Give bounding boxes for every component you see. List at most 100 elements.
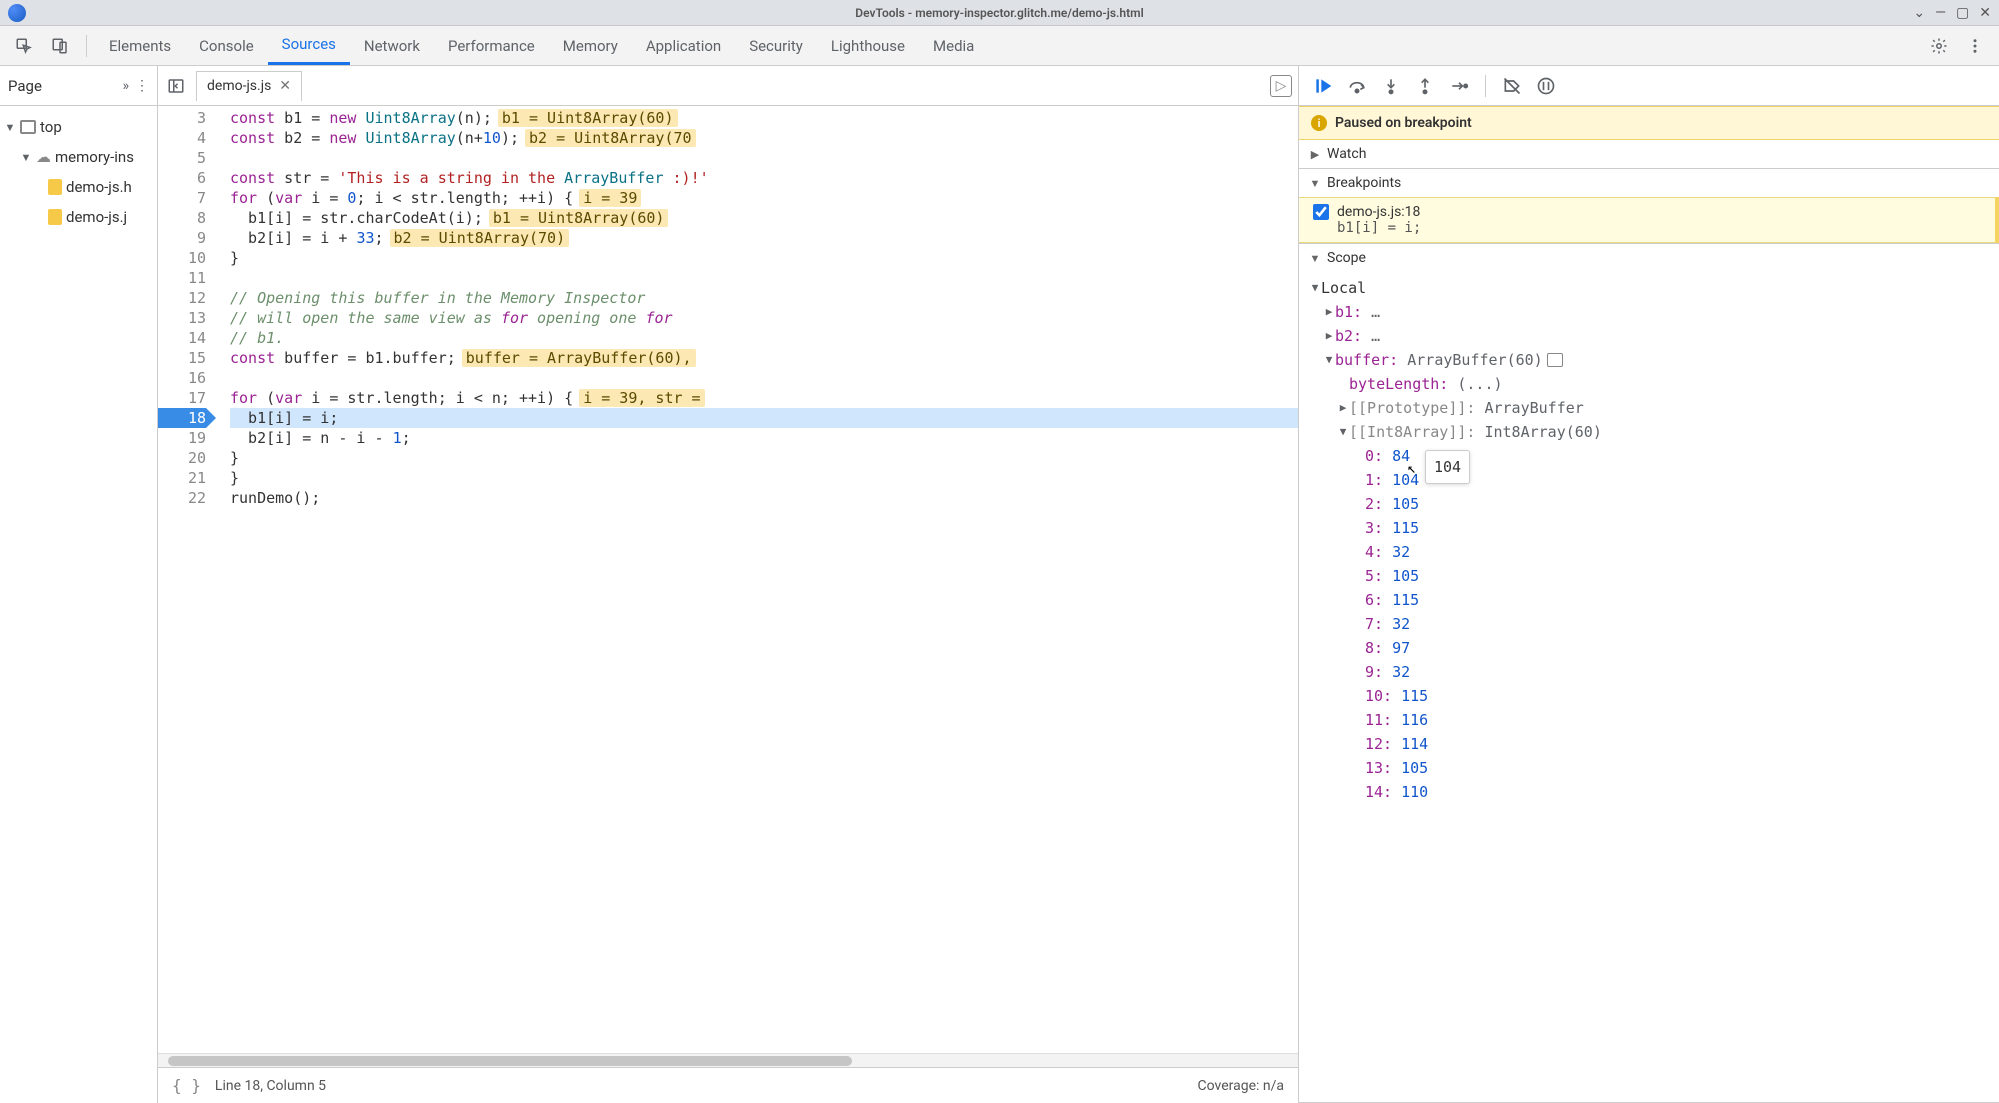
code-line[interactable]: for (var i = 0; i < str.length; ++i) {i … <box>230 188 1298 208</box>
code-line[interactable]: } <box>230 248 1298 268</box>
tab-media[interactable]: Media <box>919 26 988 65</box>
code-line[interactable]: b2[i] = n - i - 1; <box>230 428 1298 448</box>
pretty-print-icon[interactable]: { } <box>172 1076 201 1095</box>
minimize-icon[interactable]: — <box>1935 5 1946 21</box>
array-entry[interactable]: 13: 105 <box>1309 756 1999 780</box>
code-line[interactable]: b1[i] = i; <box>230 408 1298 428</box>
line-gutter[interactable]: 345678910111213141516171819202122 <box>158 106 218 1053</box>
code-line[interactable]: const buffer = b1.buffer;buffer = ArrayB… <box>230 348 1298 368</box>
breakpoint-expression: b1[i] = i; <box>1337 220 1985 236</box>
array-entry[interactable]: 6: 115 <box>1309 588 1999 612</box>
page-tab[interactable]: Page <box>8 77 42 95</box>
step-into-icon[interactable] <box>1377 72 1405 100</box>
array-entry[interactable]: 5: 105 <box>1309 564 1999 588</box>
breakpoint-item[interactable]: demo-js.js:18 b1[i] = i; <box>1299 197 1999 243</box>
code-line[interactable] <box>230 368 1298 388</box>
array-entry[interactable]: 11: 116 <box>1309 708 1999 732</box>
close-icon[interactable]: ✕ <box>279 78 291 94</box>
file-icon <box>48 179 62 195</box>
code-line[interactable] <box>230 268 1298 288</box>
close-icon[interactable]: ✕ <box>1979 5 1991 21</box>
tab-security[interactable]: Security <box>735 26 817 65</box>
kebab-menu-icon[interactable] <box>1961 32 1989 60</box>
deactivate-breakpoints-icon[interactable] <box>1498 72 1526 100</box>
code-line[interactable]: // b1. <box>230 328 1298 348</box>
devtools-tabs: Elements Console Sources Network Perform… <box>0 26 1999 66</box>
code-line[interactable]: const str = 'This is a string in the Arr… <box>230 168 1298 188</box>
tab-performance[interactable]: Performance <box>434 26 549 65</box>
inspect-element-icon[interactable] <box>10 32 38 60</box>
array-entry[interactable]: 9: 32 <box>1309 660 1999 684</box>
code-line[interactable]: const b1 = new Uint8Array(n);b1 = Uint8A… <box>230 108 1298 128</box>
code-line[interactable]: b2[i] = i + 33;b2 = Uint8Array(70) <box>230 228 1298 248</box>
scope-section-header[interactable]: ▼Scope <box>1299 244 1999 272</box>
window-titlebar: DevTools - memory-inspector.glitch.me/de… <box>0 0 1999 26</box>
gear-icon[interactable] <box>1925 32 1953 60</box>
code-line[interactable]: } <box>230 448 1298 468</box>
breakpoints-section-header[interactable]: ▼Breakpoints <box>1299 169 1999 197</box>
tree-file-js[interactable]: demo-js.j <box>0 202 157 232</box>
file-icon <box>48 209 62 225</box>
scope-bytelength[interactable]: byteLength: (...) <box>1309 372 1999 396</box>
debugger-panel: i Paused on breakpoint ▶Watch ▼Breakpoin… <box>1299 66 1999 1103</box>
array-entry[interactable]: 3: 115 <box>1309 516 1999 540</box>
step-icon[interactable] <box>1445 72 1473 100</box>
scope-local[interactable]: ▼Local <box>1309 276 1999 300</box>
tab-elements[interactable]: Elements <box>95 26 185 65</box>
scope-buffer[interactable]: ▼buffer: ArrayBuffer(60) <box>1309 348 1999 372</box>
code-line[interactable]: runDemo(); <box>230 488 1298 508</box>
array-entry[interactable]: 8: 97 <box>1309 636 1999 660</box>
window-title: DevTools - memory-inspector.glitch.me/de… <box>0 6 1999 20</box>
scope-int8array[interactable]: ▼[[Int8Array]]: Int8Array(60) <box>1309 420 1999 444</box>
tab-network[interactable]: Network <box>350 26 434 65</box>
kebab-menu-icon[interactable]: ⋮ <box>135 78 149 94</box>
device-toolbar-icon[interactable] <box>46 32 74 60</box>
code-line[interactable]: // will open the same view as for openin… <box>230 308 1298 328</box>
chevron-down-icon[interactable]: ⌄ <box>1913 5 1925 21</box>
array-entry[interactable]: 10: 115 <box>1309 684 1999 708</box>
scope-b2[interactable]: ▶b2: … <box>1309 324 1999 348</box>
tree-frame-top[interactable]: ▼ top <box>0 112 157 142</box>
navigator-panel: Page » ⋮ ▼ top ▼☁ memory-ins demo-js.h d… <box>0 66 158 1103</box>
file-tab-demo-js[interactable]: demo-js.js ✕ <box>196 71 302 101</box>
scope-prototype[interactable]: ▶[[Prototype]]: ArrayBuffer <box>1309 396 1999 420</box>
memory-inspector-icon[interactable] <box>1547 353 1563 367</box>
scope-body[interactable]: ▼Local ▶b1: … ▶b2: … ▼buffer: ArrayBuffe… <box>1299 272 1999 1102</box>
code-line[interactable]: // Opening this buffer in the Memory Ins… <box>230 288 1298 308</box>
tab-sources[interactable]: Sources <box>268 26 350 65</box>
code-editor[interactable]: const b1 = new Uint8Array(n);b1 = Uint8A… <box>218 106 1298 1053</box>
tree-file-html[interactable]: demo-js.h <box>0 172 157 202</box>
maximize-icon[interactable]: ▢ <box>1956 5 1969 21</box>
tab-lighthouse[interactable]: Lighthouse <box>817 26 919 65</box>
tab-console[interactable]: Console <box>185 26 268 65</box>
frame-icon <box>20 120 36 134</box>
array-entry[interactable]: 2: 105 <box>1309 492 1999 516</box>
array-entry[interactable]: 12: 114 <box>1309 732 1999 756</box>
resume-icon[interactable] <box>1309 72 1337 100</box>
watch-section-header[interactable]: ▶Watch <box>1299 140 1999 168</box>
code-line[interactable]: for (var i = str.length; i < n; ++i) {i … <box>230 388 1298 408</box>
array-entry[interactable]: 4: 32 <box>1309 540 1999 564</box>
array-entry[interactable]: 14: 110 <box>1309 780 1999 804</box>
step-over-icon[interactable] <box>1343 72 1371 100</box>
code-line[interactable]: const b2 = new Uint8Array(n+10);b2 = Uin… <box>230 128 1298 148</box>
code-line[interactable]: b1[i] = str.charCodeAt(i);b1 = Uint8Arra… <box>230 208 1298 228</box>
horizontal-scrollbar[interactable] <box>158 1053 1298 1067</box>
array-entry[interactable]: 7: 32 <box>1309 612 1999 636</box>
run-snippet-icon[interactable]: ▷ <box>1270 75 1292 97</box>
cursor-position: Line 18, Column 5 <box>215 1078 326 1094</box>
step-out-icon[interactable] <box>1411 72 1439 100</box>
tree-domain[interactable]: ▼☁ memory-ins <box>0 142 157 172</box>
tab-memory[interactable]: Memory <box>549 26 632 65</box>
cloud-icon: ☁ <box>36 148 51 166</box>
value-tooltip: 104 <box>1425 450 1470 484</box>
pause-on-exceptions-icon[interactable] <box>1532 72 1560 100</box>
code-line[interactable]: } <box>230 468 1298 488</box>
tab-application[interactable]: Application <box>632 26 735 65</box>
scope-b1[interactable]: ▶b1: … <box>1309 300 1999 324</box>
tree-label-top: top <box>40 118 62 136</box>
breakpoint-checkbox[interactable] <box>1313 204 1329 220</box>
code-line[interactable] <box>230 148 1298 168</box>
more-tabs-icon[interactable]: » <box>122 78 129 94</box>
toggle-navigator-icon[interactable] <box>164 74 188 98</box>
